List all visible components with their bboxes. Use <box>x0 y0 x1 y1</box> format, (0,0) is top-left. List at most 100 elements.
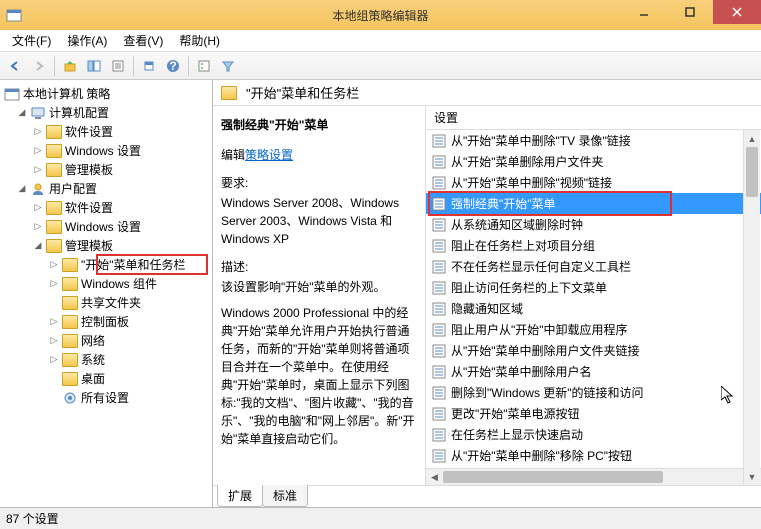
policy-setting-icon <box>432 428 446 442</box>
expand-icon[interactable]: ▷ <box>32 145 44 157</box>
expand-icon[interactable]: ▷ <box>32 164 44 176</box>
list-item[interactable]: 阻止在任务栏上对项目分组 <box>426 235 761 256</box>
hscroll-thumb[interactable] <box>443 471 663 483</box>
tree-item[interactable]: ▷控制面板 <box>48 312 212 331</box>
tree-item[interactable]: ▷Windows 设置 <box>32 217 212 236</box>
policy-setting-icon <box>432 449 446 463</box>
tree-computer-config[interactable]: ◢ 计算机配置 <box>16 103 212 122</box>
refresh-button[interactable] <box>138 55 160 77</box>
expand-icon[interactable]: ▷ <box>32 221 44 233</box>
tree-label: 管理模板 <box>65 237 113 254</box>
tree-user-config[interactable]: ◢ 用户配置 <box>16 179 212 198</box>
menu-action[interactable]: 操作(A) <box>59 30 115 51</box>
tree-start-menu-taskbar[interactable]: ▷"开始"菜单和任务栏 <box>48 255 212 274</box>
tree-item[interactable]: ▷软件设置 <box>32 122 212 141</box>
requirements-label: 要求: <box>221 174 417 192</box>
menu-view[interactable]: 查看(V) <box>115 30 171 51</box>
folder-icon <box>46 220 62 234</box>
tree-label: 桌面 <box>81 370 105 387</box>
back-button[interactable] <box>4 55 26 77</box>
folder-icon <box>46 125 62 139</box>
folder-icon <box>62 296 78 310</box>
tree-label: 用户配置 <box>49 180 97 197</box>
expand-icon[interactable]: ▷ <box>48 354 60 366</box>
list-item[interactable]: 从"开始"菜单中删除用户文件夹链接 <box>426 340 761 361</box>
detail-split: 强制经典"开始"菜单 编辑策略设置 要求: Windows Server 200… <box>213 106 761 485</box>
close-button[interactable] <box>713 0 761 24</box>
filter-options-button[interactable] <box>193 55 215 77</box>
policy-setting-icon <box>432 365 446 379</box>
tree-item[interactable]: ▷Windows 设置 <box>32 141 212 160</box>
tree-user-templates[interactable]: ◢ 管理模板 <box>32 236 212 255</box>
list-item[interactable]: 从"开始"菜单中删除"视频"链接 <box>426 172 761 193</box>
requirements-text: Windows Server 2008、Windows Server 2003、… <box>221 194 417 248</box>
tree-root[interactable]: 本地计算机 策略 <box>0 84 212 103</box>
list-item[interactable]: 在任务栏上显示快速启动 <box>426 424 761 445</box>
up-button[interactable] <box>59 55 81 77</box>
tree-item[interactable]: ▷系统 <box>48 350 212 369</box>
policy-description-pane: 强制经典"开始"菜单 编辑策略设置 要求: Windows Server 200… <box>213 106 425 485</box>
collapse-icon[interactable]: ◢ <box>16 107 28 119</box>
list-item[interactable]: 从"开始"菜单中删除用户名 <box>426 361 761 382</box>
forward-button[interactable] <box>28 55 50 77</box>
list-item[interactable]: 强制经典"开始"菜单 <box>426 193 761 214</box>
description-text: 该设置影响"开始"菜单的外观。 <box>221 278 417 296</box>
tree-item[interactable]: ▷ 网络 <box>48 331 212 350</box>
scroll-down-button[interactable]: ▼ <box>744 468 760 485</box>
tree-item[interactable]: ▷管理模板 <box>32 160 212 179</box>
computer-icon <box>30 106 46 120</box>
minimize-button[interactable] <box>621 0 667 24</box>
list-item[interactable]: 从"开始"菜单删除用户文件夹 <box>426 151 761 172</box>
list-item[interactable]: 从"开始"菜单中删除"TV 录像"链接 <box>426 130 761 151</box>
tree-item[interactable]: 共享文件夹 <box>48 293 212 312</box>
list-item-label: 强制经典"开始"菜单 <box>451 195 556 212</box>
list-item[interactable]: 隐藏通知区域 <box>426 298 761 319</box>
tree-item[interactable]: ▷ Windows 组件 <box>48 274 212 293</box>
folder-icon <box>62 353 78 367</box>
list-column-header[interactable]: 设置 <box>426 106 761 130</box>
tree-panel[interactable]: 本地计算机 策略 ◢ 计算机配置 ▷软件设置 ▷Windows 设置 ▷管理模板… <box>0 80 213 507</box>
show-hide-tree-button[interactable] <box>83 55 105 77</box>
user-icon <box>30 182 46 196</box>
window-titlebar: 本地组策略编辑器 <box>0 0 761 30</box>
tree-label: 共享文件夹 <box>81 294 141 311</box>
list-item[interactable]: 从系统通知区域删除时钟 <box>426 214 761 235</box>
expand-icon[interactable]: ▷ <box>32 202 44 214</box>
menu-file[interactable]: 文件(F) <box>4 30 59 51</box>
vertical-scrollbar[interactable]: ▲ ▼ <box>743 130 760 485</box>
export-list-button[interactable] <box>107 55 129 77</box>
list-item[interactable]: 更改"开始"菜单电源按钮 <box>426 403 761 424</box>
status-text: 87 个设置 <box>6 510 59 527</box>
scroll-left-button[interactable]: ◀ <box>426 469 443 485</box>
list-item[interactable]: 阻止访问任务栏的上下文菜单 <box>426 277 761 298</box>
horizontal-scrollbar[interactable]: ◀ ▶ <box>426 468 761 485</box>
expand-icon[interactable]: ▷ <box>48 316 60 328</box>
menu-help[interactable]: 帮助(H) <box>171 30 228 51</box>
expand-icon[interactable]: ▷ <box>48 278 60 290</box>
list-item[interactable]: 从"开始"菜单中删除"移除 PC"按钮 <box>426 445 761 466</box>
list-item[interactable]: 阻止用户从"开始"中卸载应用程序 <box>426 319 761 340</box>
tree-all-settings[interactable]: 所有设置 <box>48 388 212 407</box>
app-icon <box>6 7 22 23</box>
tree-label: 网络 <box>81 332 105 349</box>
filter-button[interactable] <box>217 55 239 77</box>
tab-standard[interactable]: 标准 <box>262 485 308 507</box>
policy-list[interactable]: 从"开始"菜单中删除"TV 录像"链接从"开始"菜单删除用户文件夹从"开始"菜单… <box>426 130 761 468</box>
scroll-up-button[interactable]: ▲ <box>744 130 760 147</box>
vscroll-thumb[interactable] <box>746 147 758 197</box>
list-item[interactable]: 不在任务栏显示任何自定义工具栏 <box>426 256 761 277</box>
expand-icon[interactable]: ▷ <box>48 259 60 271</box>
tree-item[interactable]: ▷软件设置 <box>32 198 212 217</box>
expand-icon[interactable]: ▷ <box>32 126 44 138</box>
help-button[interactable]: ? <box>162 55 184 77</box>
tree-label: Windows 组件 <box>81 275 157 292</box>
tab-extended[interactable]: 扩展 <box>217 485 263 507</box>
expand-icon[interactable]: ▷ <box>48 335 60 347</box>
edit-policy-link[interactable]: 策略设置 <box>245 148 293 162</box>
maximize-button[interactable] <box>667 0 713 24</box>
folder-icon <box>46 163 62 177</box>
collapse-icon[interactable]: ◢ <box>16 183 28 195</box>
collapse-icon[interactable]: ◢ <box>32 240 44 252</box>
list-item[interactable]: 删除到"Windows 更新"的链接和访问 <box>426 382 761 403</box>
tree-item[interactable]: 桌面 <box>48 369 212 388</box>
